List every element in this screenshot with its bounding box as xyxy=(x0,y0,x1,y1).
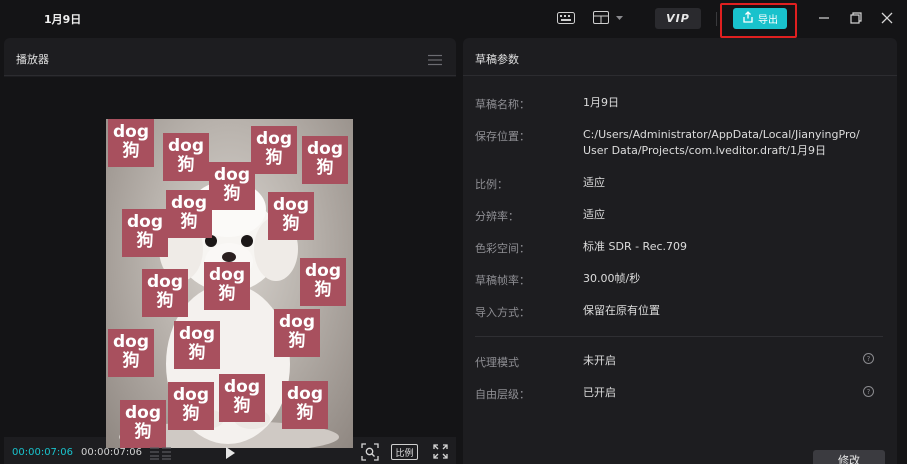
dog-sticker: dog 狗 xyxy=(163,133,209,181)
param-label: 导入方式： xyxy=(475,306,530,319)
param-value: 适应 xyxy=(583,176,605,189)
dog-sticker: dog 狗 xyxy=(268,192,314,240)
minimize-icon[interactable] xyxy=(816,10,832,26)
param-label: 代理模式 xyxy=(475,356,519,369)
draft-title: 草稿参数 xyxy=(475,53,519,66)
dog-sticker: dog 狗 xyxy=(142,269,188,317)
param-label: 保存位置： xyxy=(475,130,530,143)
timeline-grid-icon[interactable] xyxy=(150,445,172,460)
zoom-fit-icon[interactable] xyxy=(361,443,379,461)
video-preview[interactable]: dog 狗 dog 狗 dog 狗 dog 狗 dog 狗 dog 狗 dog 狗 dog 狗 … xyxy=(106,119,353,448)
vip-badge[interactable]: VIP xyxy=(655,8,701,29)
share-icon xyxy=(742,11,754,26)
param-value: 未开启 xyxy=(583,354,616,367)
dog-sticker: dog 狗 xyxy=(108,329,154,377)
dog-sticker: dog 狗 xyxy=(108,119,154,167)
param-value-line2: User Data/Projects/com.lveditor.draft/1月… xyxy=(583,144,826,157)
player-controls: 00:00:07:06 00:00:07:06 比例 xyxy=(4,438,456,464)
player-title: 播放器 xyxy=(16,53,49,66)
param-value: 适应 xyxy=(583,208,605,221)
project-title: 1月9日 xyxy=(44,13,82,26)
player-header: 播放器 xyxy=(4,38,456,76)
param-value: 30.00帧/秒 xyxy=(583,272,641,285)
help-icon[interactable]: ? xyxy=(863,386,874,397)
param-value: 1月9日 xyxy=(583,96,619,109)
param-value: 标准 SDR - Rec.709 xyxy=(583,240,688,253)
player-panel: 播放器 dog 狗 dog 狗 dog 狗 dog 狗 dog 狗 dog 狗 … xyxy=(4,38,456,464)
param-label: 自由层级： xyxy=(475,388,530,401)
preview-canvas: dog 狗 dog 狗 dog 狗 dog 狗 dog 狗 dog 狗 dog 狗 dog 狗 … xyxy=(4,77,456,448)
draft-params-panel: 草稿参数 草稿名称： 1月9日 保存位置： C:/Users/Administr… xyxy=(463,38,897,464)
dog-sticker: dog 狗 xyxy=(174,321,220,369)
export-button[interactable]: 导出 xyxy=(733,8,787,29)
param-value: 已开启 xyxy=(583,386,616,399)
param-label: 色彩空间： xyxy=(475,242,530,255)
param-label: 草稿名称： xyxy=(475,98,530,111)
dog-sticker: dog 狗 xyxy=(209,162,255,210)
fullscreen-icon[interactable] xyxy=(433,444,448,459)
modify-button[interactable]: 修改 xyxy=(813,450,885,464)
dog-sticker: dog 狗 xyxy=(168,382,214,430)
param-label: 分辨率： xyxy=(475,210,519,223)
title-bar: 1月9日 VIP 导出 xyxy=(0,0,907,38)
current-time: 00:00:07:06 xyxy=(12,447,74,458)
param-value-line1: C:/Users/Administrator/AppData/Local/Jia… xyxy=(583,128,860,141)
menu-icon[interactable] xyxy=(428,51,442,66)
dog-sticker: dog 狗 xyxy=(122,209,168,257)
help-icon[interactable]: ? xyxy=(863,353,874,364)
dog-sticker: dog 狗 xyxy=(282,381,328,429)
dog-sticker: dog 狗 xyxy=(166,190,212,238)
keyboard-shortcut-icon[interactable] xyxy=(556,9,576,27)
dog-sticker: dog 狗 xyxy=(300,258,346,306)
restore-icon[interactable] xyxy=(848,10,864,26)
params-divider xyxy=(475,336,883,337)
param-value: 保留在原有位置 xyxy=(583,304,660,317)
dog-sticker: dog 狗 xyxy=(302,136,348,184)
dog-sticker: dog 狗 xyxy=(219,374,265,422)
dog-sticker: dog 狗 xyxy=(204,262,250,310)
dog-sticker: dog 狗 xyxy=(274,309,320,357)
draft-header: 草稿参数 xyxy=(463,38,897,76)
total-duration: 00:00:07:06 xyxy=(81,447,143,458)
dog-sticker: dog 狗 xyxy=(251,126,297,174)
ratio-button[interactable]: 比例 xyxy=(391,444,418,460)
close-icon[interactable] xyxy=(879,10,895,26)
export-label: 导出 xyxy=(758,15,778,26)
layout-icon[interactable] xyxy=(592,9,626,27)
param-label: 比例： xyxy=(475,178,508,191)
param-label: 草稿帧率： xyxy=(475,274,530,287)
play-icon[interactable] xyxy=(223,445,237,459)
toolbar-divider xyxy=(716,12,717,26)
